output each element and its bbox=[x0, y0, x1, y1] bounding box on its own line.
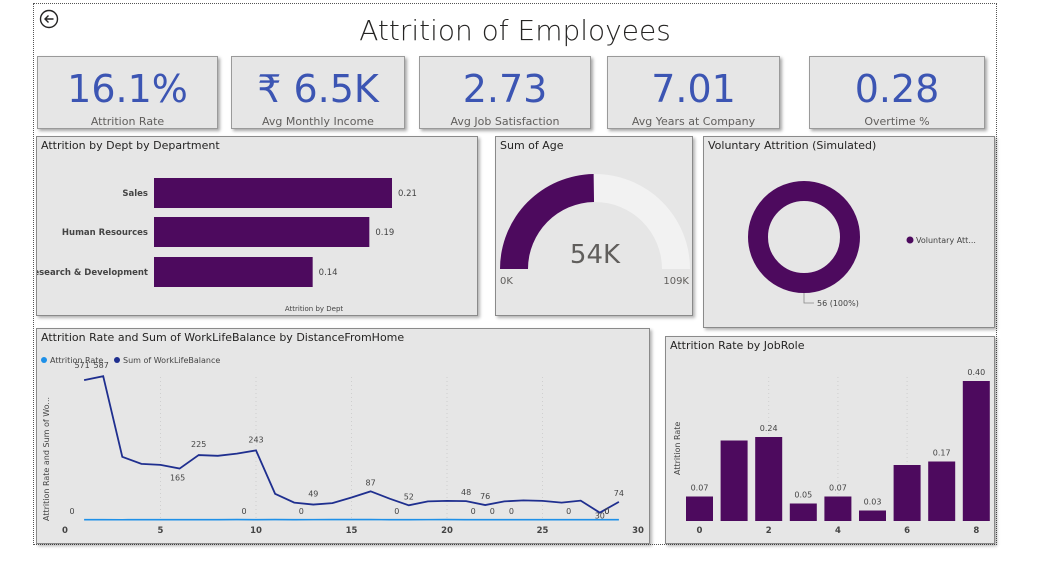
jobrole-panel[interactable]: Attrition Rate by JobRole Attrition Rate… bbox=[665, 336, 995, 544]
data-label: 87 bbox=[366, 478, 376, 487]
x-tick-label: 4 bbox=[835, 526, 841, 536]
worklifebalance-line bbox=[83, 375, 620, 514]
y-axis-label: Attrition Rate and Sum of Wo... bbox=[42, 397, 51, 521]
jobrole-bar bbox=[928, 461, 956, 521]
x-tick-label: 8 bbox=[973, 526, 979, 536]
x-tick-label: 15 bbox=[346, 526, 358, 536]
data-label: 48 bbox=[461, 488, 471, 497]
jobrole-bar bbox=[755, 437, 783, 521]
kpi-card-avg-years-at-company[interactable]: 7.01 Avg Years at Company bbox=[607, 56, 780, 129]
kpi-label: Avg Years at Company bbox=[631, 115, 756, 128]
dept-bar bbox=[154, 178, 392, 208]
gauge-max-label: 109K bbox=[663, 276, 689, 287]
kpi-value: 2.73 bbox=[462, 67, 548, 111]
bar-data-label: 0.07 bbox=[691, 484, 709, 493]
zero-data-label: 0 bbox=[299, 507, 304, 516]
kpi-label: Overtime % bbox=[864, 115, 930, 128]
x-tick-label: 20 bbox=[441, 526, 453, 536]
x-tick-label: 5 bbox=[158, 526, 164, 536]
data-label: 74 bbox=[614, 489, 624, 498]
kpi-label: Avg Job Satisfaction bbox=[450, 115, 560, 128]
bar-data-label: 0.24 bbox=[760, 424, 778, 433]
jobrole-bar bbox=[859, 510, 886, 521]
back-arrow-icon[interactable] bbox=[39, 9, 59, 29]
legend-swatch bbox=[41, 357, 47, 363]
y-axis-label: Attrition Rate bbox=[673, 422, 682, 475]
kpi-label: Avg Monthly Income bbox=[262, 115, 374, 128]
age-gauge-panel[interactable]: Sum of Age 54K 0K 109K bbox=[495, 136, 693, 316]
data-label: 165 bbox=[170, 474, 185, 483]
kpi-card-avg-monthly-income[interactable]: ₹ 6.5K Avg Monthly Income bbox=[231, 56, 405, 129]
bar-data-label: 0.17 bbox=[933, 449, 951, 458]
x-tick-label: 25 bbox=[537, 526, 549, 536]
kpi-value: 0.28 bbox=[854, 67, 940, 111]
voluntary-donut-chart: 56 (100%) Voluntary Att... bbox=[748, 181, 976, 308]
bar-data-label: 0.40 bbox=[967, 368, 985, 377]
dept-value-label: 0.19 bbox=[375, 228, 394, 238]
zero-data-label: 0 bbox=[471, 507, 476, 516]
gauge-value-label: 54K bbox=[570, 240, 621, 270]
bar-data-label: 0.05 bbox=[794, 491, 812, 500]
jobrole-bar-chart: Attrition Rate 0.07 0.24 0.05 0.07 0.03 0.17 0.… bbox=[673, 368, 990, 536]
jobrole-bar bbox=[686, 496, 713, 521]
dept-category-label: Research & Development bbox=[37, 268, 148, 278]
gauge-min-label: 0K bbox=[500, 276, 513, 287]
bar-data-label: 0.03 bbox=[864, 498, 882, 507]
data-label: 571 bbox=[74, 361, 89, 370]
zero-data-label: 0 bbox=[394, 507, 399, 516]
dept-bar bbox=[154, 257, 313, 287]
x-tick-label: 2 bbox=[766, 526, 772, 536]
x-tick-label: 30 bbox=[632, 526, 644, 536]
zero-data-label: 0 bbox=[509, 507, 514, 516]
legend-swatch bbox=[114, 357, 120, 363]
dept-value-label: 0.21 bbox=[398, 189, 417, 199]
jobrole-bar bbox=[893, 465, 921, 521]
voluntary-attrition-panel[interactable]: Voluntary Attrition (Simulated) 56 (100%… bbox=[703, 136, 995, 328]
x-tick-label: 0 bbox=[62, 526, 68, 536]
dept-bar-chart: Sales 0.21 Human Resources 0.19 Research & D… bbox=[37, 178, 417, 313]
kpi-value: ₹ 6.5K bbox=[257, 67, 379, 111]
x-tick-label: 0 bbox=[697, 526, 703, 536]
kpi-value: 16.1% bbox=[67, 67, 188, 111]
donut-slice bbox=[748, 181, 860, 293]
jobrole-bar bbox=[824, 496, 852, 521]
dept-bar bbox=[154, 217, 370, 247]
dept-attrition-panel[interactable]: Attrition by Dept by Department Sales 0.2… bbox=[36, 136, 478, 316]
page-title: Attrition of Employees bbox=[359, 14, 671, 47]
kpi-label: Attrition Rate bbox=[90, 115, 165, 128]
zero-data-label: 0 bbox=[70, 507, 75, 516]
legend-label: Voluntary Att... bbox=[916, 236, 976, 245]
dept-category-label: Human Resources bbox=[62, 228, 148, 238]
data-label: 76 bbox=[480, 492, 490, 501]
data-label: 52 bbox=[404, 492, 414, 501]
distance-line-chart: Attrition Rate Sum of WorkLifeBalanceAttr… bbox=[41, 356, 644, 536]
x-tick-label: 6 bbox=[904, 526, 910, 536]
x-tick-label: 10 bbox=[250, 526, 262, 536]
donut-leader-line bbox=[803, 293, 814, 304]
kpi-card-overtime[interactable]: 0.28 Overtime % bbox=[809, 56, 985, 129]
dept-axis-label: Attrition by Dept bbox=[285, 305, 344, 313]
zero-data-label: 0 bbox=[604, 507, 609, 516]
zero-data-label: 0 bbox=[490, 507, 495, 516]
kpi-card-attrition-rate[interactable]: 16.1% Attrition Rate bbox=[37, 56, 218, 129]
data-label: 49 bbox=[308, 490, 318, 499]
data-label: 225 bbox=[191, 440, 206, 449]
jobrole-bar bbox=[962, 381, 990, 521]
donut-data-label: 56 (100%) bbox=[817, 299, 859, 308]
zero-data-label: 0 bbox=[241, 507, 246, 516]
legend-label: Sum of WorkLifeBalance bbox=[123, 356, 220, 365]
zero-data-label: 0 bbox=[566, 507, 571, 516]
dept-value-label: 0.14 bbox=[319, 268, 338, 278]
legend-swatch bbox=[906, 236, 914, 244]
kpi-card-avg-job-satisfaction[interactable]: 2.73 Avg Job Satisfaction bbox=[419, 56, 591, 129]
age-gauge-chart: 54K 0K 109K bbox=[500, 174, 690, 287]
jobrole-bar bbox=[720, 440, 748, 521]
distance-line-panel[interactable]: Attrition Rate and Sum of WorkLifeBalanc… bbox=[36, 328, 650, 544]
data-label: 243 bbox=[248, 435, 263, 444]
data-label: 587 bbox=[94, 361, 109, 370]
kpi-value: 7.01 bbox=[651, 67, 736, 111]
jobrole-bar bbox=[789, 503, 817, 521]
bar-data-label: 0.07 bbox=[829, 484, 847, 493]
dept-category-label: Sales bbox=[122, 189, 148, 199]
